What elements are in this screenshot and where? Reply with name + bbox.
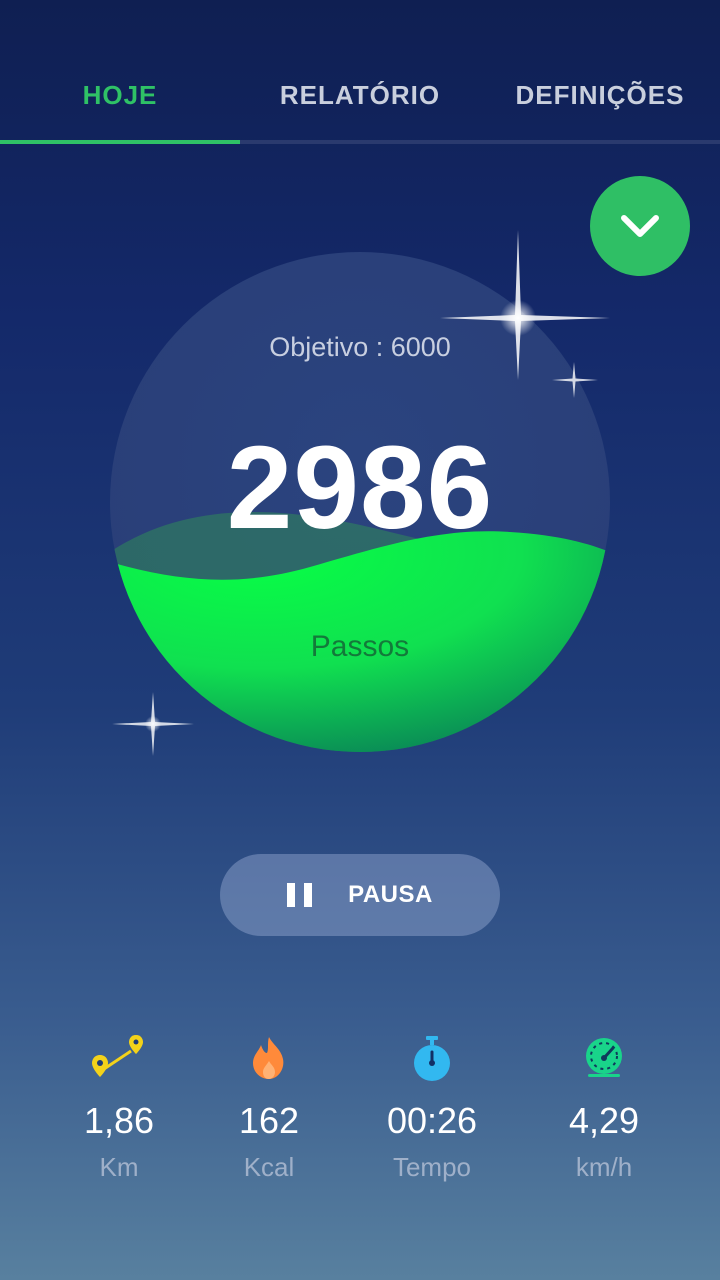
pause-icon (287, 883, 313, 907)
stat-speed: 4,29 km/h (514, 1030, 694, 1183)
tab-today[interactable]: HOJE (0, 70, 240, 120)
tab-report[interactable]: RELATÓRIO (240, 70, 480, 120)
active-tab-indicator (0, 140, 240, 144)
calories-unit: Kcal (243, 1152, 295, 1182)
time-value: 00:26 (386, 1100, 478, 1141)
stopwatch-icon (414, 1036, 450, 1081)
time-unit: Tempo (392, 1152, 472, 1182)
pause-button-label: PAUSA (348, 881, 433, 908)
route-icon (92, 1035, 143, 1077)
chevron-down-icon (621, 215, 659, 237)
tab-settings[interactable]: DEFINIÇÕES (480, 70, 720, 120)
tab-bar: HOJE RELATÓRIO DEFINIÇÕES (0, 0, 720, 144)
stat-time: 00:26 Tempo (342, 1030, 522, 1183)
step-count: 2986 (226, 422, 494, 554)
speed-unit: km/h (575, 1152, 633, 1182)
speedometer-icon (586, 1038, 622, 1077)
sparkle-icon (112, 692, 194, 756)
flame-icon (253, 1037, 284, 1079)
step-count-label: Passos (310, 630, 410, 663)
pause-button[interactable]: PAUSA (220, 854, 500, 936)
speed-value: 4,29 (568, 1100, 640, 1141)
calories-value: 162 (238, 1100, 300, 1141)
step-goal: Objetivo : 6000 (269, 332, 451, 362)
stat-calories: 162 Kcal (179, 1030, 359, 1183)
sparkle-icon (552, 362, 598, 398)
